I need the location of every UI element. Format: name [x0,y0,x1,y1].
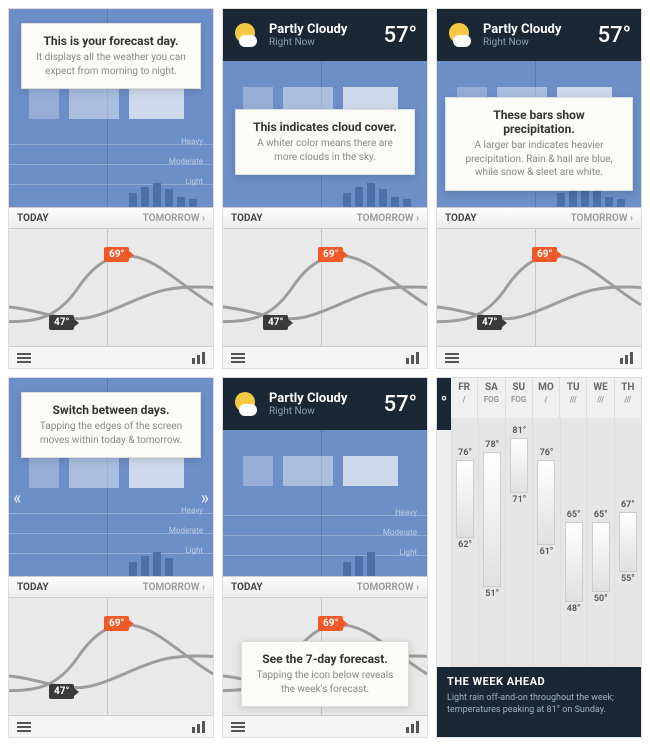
chevron-right-icon[interactable]: » [201,488,209,509]
forecast-icon[interactable] [620,352,633,364]
tomorrow-tab[interactable]: TOMORROW › [143,582,205,593]
condition-text: Partly Cloudy [483,22,561,37]
forecast-icon[interactable] [192,721,205,733]
current-temp-sliver: ° [437,378,451,430]
week-day-fr[interactable]: FR/ [451,378,477,418]
menu-icon[interactable] [17,722,31,732]
weather-header: Partly Cloudy Right Now 57° [437,9,641,61]
tomorrow-tab[interactable]: TOMORROW › [357,582,419,593]
tooltip-cloud-cover: This indicates cloud cover. A whiter col… [235,109,415,175]
day-selector[interactable]: TODAY TOMORROW › [223,576,427,598]
condition-text: Partly Cloudy [269,391,347,406]
menu-icon[interactable] [17,353,31,363]
high-temperature-badge: 69° [318,247,343,262]
precip-label-light: Light [399,548,417,557]
onboarding-tile-seven-day: Partly Cloudy Right Now 57° Heavy Modera… [222,377,428,738]
precip-label-light: Light [185,546,203,555]
current-temperature: 57° [384,23,417,48]
tomorrow-tab[interactable]: TOMORROW › [571,213,633,224]
week-range-chart[interactable]: 76° 62° 78° 51° 81° 71° 76° 61° 65° [451,418,641,667]
tooltip-precipitation: These bars show precipitation. A larger … [445,97,633,191]
precip-label-heavy: Heavy [181,137,203,146]
tooltip-forecast-day: This is your forecast day. It displays a… [21,23,201,89]
condition-time: Right Now [269,37,347,48]
tooltip-switch-days: Switch between days. Tapping the edges o… [21,392,201,458]
low-temperature-badge: 47° [49,315,74,330]
today-tab[interactable]: TODAY [445,213,477,224]
week-day-tu[interactable]: TU/// [559,378,586,418]
swipe-arrows[interactable]: « » [9,488,213,509]
precip-label-moderate: Moderate [169,526,203,535]
day-selector[interactable]: TODAY TOMORROW › [9,576,213,598]
weather-header: Partly Cloudy Right Now 57° [223,378,427,430]
day-selector[interactable]: TODAY TOMORROW › [437,207,641,229]
partly-cloudy-icon [233,21,261,49]
high-temperature-badge: 69° [104,616,129,631]
current-temperature: 57° [598,23,631,48]
menu-icon[interactable] [445,353,459,363]
week-day-sa[interactable]: SAFOG [477,378,504,418]
today-tab[interactable]: TODAY [17,213,49,224]
week-summary: THE WEEK AHEAD Light rain off-and-on thr… [437,667,641,737]
condition-time: Right Now [269,406,347,417]
temperature-chart[interactable]: 69° 47° [9,229,213,346]
current-temperature: 57° [384,392,417,417]
today-tab[interactable]: TODAY [17,582,49,593]
high-temperature-badge: 69° [318,616,343,631]
onboarding-tile-forecast-day: Heavy Moderate Light TODAY TOMORROW › 69… [8,8,214,369]
forecast-icon[interactable] [192,352,205,364]
low-temperature-badge: 47° [49,684,74,699]
weather-header: Partly Cloudy Right Now 57° [223,9,427,61]
menu-icon[interactable] [231,353,245,363]
forecast-icon[interactable] [406,721,419,733]
partly-cloudy-icon [233,390,261,418]
week-forecast-tile: ° FR/ SAFOG SUFOG MO/ TU/// WE/// TH/// … [436,377,642,738]
today-tab[interactable]: TODAY [231,213,263,224]
low-temperature-badge: 47° [263,315,288,330]
precip-label-heavy: Heavy [395,508,417,517]
week-header: FR/ SAFOG SUFOG MO/ TU/// WE/// TH/// [451,378,641,418]
week-day-su[interactable]: SUFOG [505,378,532,418]
condition-time: Right Now [483,37,561,48]
high-temperature-badge: 69° [532,247,557,262]
temperature-chart[interactable]: 69° 47° [9,598,213,715]
week-summary-title: THE WEEK AHEAD [447,675,631,688]
condition-text: Partly Cloudy [269,22,347,37]
high-temperature-badge: 69° [104,247,129,262]
day-selector[interactable]: TODAY TOMORROW › [9,207,213,229]
week-day-th[interactable]: TH/// [614,378,641,418]
onboarding-tile-precipitation: Partly Cloudy Right Now 57° TODAY TOMORR… [436,8,642,369]
temperature-chart[interactable]: 69° 47° [437,229,641,346]
day-selector[interactable]: TODAY TOMORROW › [223,207,427,229]
today-tab[interactable]: TODAY [231,582,263,593]
tomorrow-tab[interactable]: TOMORROW › [143,213,205,224]
onboarding-tile-switch-days: Heavy Moderate Light « » TODAY TOMORROW … [8,377,214,738]
low-temperature-badge: 47° [477,315,502,330]
week-day-mo[interactable]: MO/ [532,378,559,418]
precip-label-light: Light [185,177,203,186]
week-summary-body: Light rain off-and-on throughout the wee… [447,692,631,716]
partly-cloudy-icon [447,21,475,49]
tomorrow-tab[interactable]: TOMORROW › [357,213,419,224]
precip-label-moderate: Moderate [169,157,203,166]
tooltip-seven-day: See the 7-day forecast. Tapping the icon… [241,641,409,707]
onboarding-tile-cloud-cover: Partly Cloudy Right Now 57° TODAY TOMORR… [222,8,428,369]
temperature-chart[interactable]: 69° 47° [223,229,427,346]
precip-label-moderate: Moderate [383,528,417,537]
chevron-left-icon[interactable]: « [13,488,21,509]
menu-icon[interactable] [231,722,245,732]
forecast-icon[interactable] [406,352,419,364]
week-day-we[interactable]: WE/// [586,378,613,418]
sky-area[interactable]: Heavy Moderate Light [223,430,427,576]
